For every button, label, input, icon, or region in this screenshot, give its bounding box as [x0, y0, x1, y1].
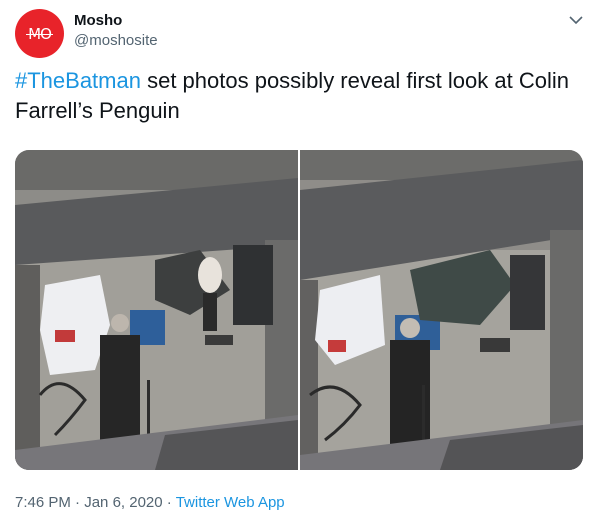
- set-photo-right[interactable]: [300, 150, 583, 470]
- set-photo-left[interactable]: [15, 150, 298, 470]
- tweet-text: #TheBatman set photos possibly reveal fi…: [15, 66, 587, 126]
- meta-separator: ·: [162, 494, 176, 511]
- source-app-link[interactable]: Twitter Web App: [176, 494, 285, 511]
- set-photo-1-image: [15, 150, 298, 470]
- meta-separator: ·: [70, 494, 85, 511]
- set-photo-2-image: [300, 150, 583, 470]
- tweet-time[interactable]: 7:46 PM: [15, 494, 71, 511]
- tweet-card: MO Mosho @moshosite #TheBatman set photo…: [0, 0, 600, 530]
- hashtag-link[interactable]: #TheBatman: [15, 68, 141, 93]
- tweet-meta: 7:46 PM · Jan 6, 2020 · Twitter Web App: [15, 494, 285, 511]
- chevron-down-icon[interactable]: [566, 10, 586, 30]
- display-name[interactable]: Mosho: [74, 12, 122, 29]
- tweet-date[interactable]: Jan 6, 2020: [84, 494, 162, 511]
- avatar[interactable]: MO: [15, 9, 64, 58]
- media-grid: [15, 150, 583, 470]
- user-handle[interactable]: @moshosite: [74, 32, 158, 49]
- avatar-logo: MO: [26, 24, 53, 43]
